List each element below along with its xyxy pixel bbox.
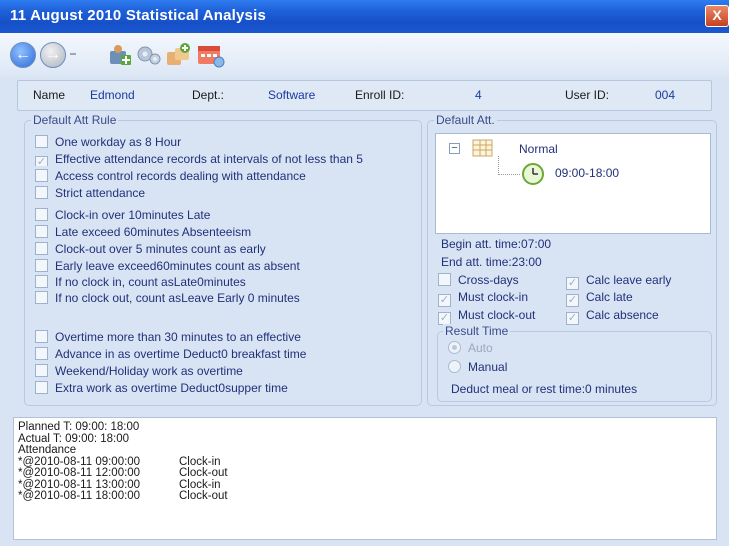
checkbox[interactable] — [35, 208, 48, 221]
default-att-rule-group: Default Att Rule One workday as 8 Hour ✓… — [24, 113, 422, 406]
default-att-group: Default Att. − Normal 09:00-18:00 Begin … — [427, 113, 717, 406]
checkbox-checked[interactable]: ✓ — [438, 294, 451, 307]
rule-no-clock-out[interactable]: If no clock out, count asLeave Early 0 m… — [35, 291, 300, 305]
checkbox[interactable] — [438, 273, 451, 286]
checkbox[interactable] — [35, 291, 48, 304]
result-time-group: Result Time Auto Manual Deduct meal or r… — [437, 324, 712, 402]
checkbox[interactable] — [35, 381, 48, 394]
checkbox[interactable] — [35, 347, 48, 360]
calendar-icon — [198, 46, 225, 68]
begin-att-time: Begin att. time:07:00 — [441, 237, 552, 251]
planned-time: Planned T: 09:00: 18:00 — [18, 421, 140, 433]
user-id-value: 004 — [655, 88, 676, 102]
back-button[interactable]: ← — [10, 42, 36, 68]
shift-table-icon — [472, 139, 493, 157]
rule-clock-out-early[interactable]: Clock-out over 5 minutes count as early — [35, 242, 266, 256]
title-bar: 11 August 2010 Statistical Analysis X — [0, 0, 729, 33]
option-calc-leave-early[interactable]: ✓ Calc leave early — [566, 273, 671, 290]
rule-overtime-effective[interactable]: Overtime more than 30 minutes to an effe… — [35, 330, 301, 344]
rule-access-control[interactable]: Access control records dealing with atte… — [35, 169, 306, 183]
name-value: Edmond — [90, 88, 135, 102]
checkbox[interactable] — [35, 225, 48, 238]
radio-button[interactable] — [448, 360, 461, 373]
user-button[interactable] — [107, 42, 133, 68]
checkbox[interactable] — [35, 169, 48, 182]
rule-one-workday[interactable]: One workday as 8 Hour — [35, 135, 181, 149]
radio-button[interactable] — [448, 341, 461, 354]
checkbox[interactable] — [35, 259, 48, 272]
rule-no-clock-in[interactable]: If no clock in, count asLate0minutes — [35, 275, 246, 289]
tree-collapse-toggle[interactable]: − — [449, 143, 460, 154]
rule-late-absenteeism[interactable]: Late exceed 60minutes Absenteeism — [35, 225, 251, 239]
rule-early-leave-absent[interactable]: Early leave exceed60minutes count as abs… — [35, 259, 300, 273]
checkbox[interactable] — [35, 135, 48, 148]
checkbox-checked[interactable]: ✓ — [566, 312, 579, 325]
checkbox[interactable] — [35, 275, 48, 288]
shift-tree[interactable]: − Normal 09:00-18:00 — [435, 133, 711, 234]
user-icon — [110, 45, 131, 65]
option-must-clock-out[interactable]: ✓ Must clock-out — [438, 308, 535, 325]
group-button[interactable] — [165, 42, 191, 68]
actual-time: Actual T: 09:00: 18:00 — [18, 432, 130, 445]
rule-strict-attendance[interactable]: Strict attendance — [35, 186, 145, 200]
log-record: *@2010-08-11 18:00:00 Clock-out — [18, 490, 228, 502]
rule-advance-overtime[interactable]: Advance in as overtime Deduct0 breakfast… — [35, 347, 306, 361]
tree-connector — [498, 174, 520, 175]
option-calc-absence[interactable]: ✓ Calc absence — [566, 308, 659, 325]
employee-info-bar: Name Edmond Dept.: Software Enroll ID: 4… — [17, 80, 712, 111]
tree-node-shift[interactable]: 09:00-18:00 — [555, 166, 619, 180]
group-icon — [167, 43, 190, 65]
clock-icon — [522, 163, 544, 185]
forward-button[interactable]: → — [40, 42, 66, 68]
deduct-meal-time: Deduct meal or rest time:0 minutes — [451, 382, 638, 396]
radio-manual[interactable]: Manual — [448, 360, 507, 374]
calendar-button[interactable] — [196, 42, 225, 68]
rule-clock-in-late[interactable]: Clock-in over 10minutes Late — [35, 208, 210, 222]
rule-extra-work-overtime[interactable]: Extra work as overtime Deduct0supper tim… — [35, 381, 288, 395]
checkbox-checked[interactable]: ✓ — [35, 156, 48, 166]
checkbox-checked[interactable]: ✓ — [566, 294, 579, 307]
checkbox[interactable] — [35, 242, 48, 255]
option-calc-late[interactable]: ✓ Calc late — [566, 290, 633, 307]
close-button[interactable]: X — [705, 5, 729, 27]
window-title: 11 August 2010 Statistical Analysis — [10, 7, 267, 24]
checkbox[interactable] — [35, 364, 48, 377]
name-label: Name — [33, 88, 66, 102]
toolbar: ← → — [0, 33, 729, 77]
attendance-heading: Attendance — [18, 444, 77, 456]
checkbox[interactable] — [35, 330, 48, 343]
radio-auto[interactable]: Auto — [448, 341, 493, 355]
user-id-label: User ID: — [565, 88, 610, 102]
gear-icon — [137, 46, 161, 65]
checkbox[interactable] — [35, 186, 48, 199]
enroll-id-label: Enroll ID: — [355, 88, 405, 102]
toolbar-separator — [70, 53, 76, 55]
dept-value: Software — [268, 88, 316, 102]
result-time-title: Result Time — [443, 324, 511, 338]
end-att-time: End att. time:23:00 — [441, 255, 542, 269]
default-att-title: Default Att. — [434, 113, 497, 127]
tree-node-normal[interactable]: Normal — [519, 142, 558, 156]
left-arrow-icon: ← — [15, 46, 31, 63]
attendance-log[interactable]: Planned T: 09:00: 18:00 Actual T: 09:00:… — [13, 417, 717, 540]
rule-weekend-overtime[interactable]: Weekend/Holiday work as overtime — [35, 364, 243, 378]
dept-label: Dept.: — [192, 88, 225, 102]
settings-button[interactable] — [135, 42, 161, 68]
right-arrow-icon: → — [45, 46, 61, 63]
log-record: *@2010-08-11 12:00:00 Clock-out — [18, 467, 228, 479]
tree-connector — [498, 156, 499, 175]
checkbox-checked[interactable]: ✓ — [566, 277, 579, 290]
enroll-id-value: 4 — [475, 88, 482, 102]
rule-effective-attendance[interactable]: ✓ Effective attendance records at interva… — [35, 152, 421, 166]
default-att-rule-title: Default Att Rule — [31, 113, 119, 127]
option-must-clock-in[interactable]: ✓ Must clock-in — [438, 290, 528, 307]
option-cross-days[interactable]: Cross-days — [438, 273, 519, 287]
